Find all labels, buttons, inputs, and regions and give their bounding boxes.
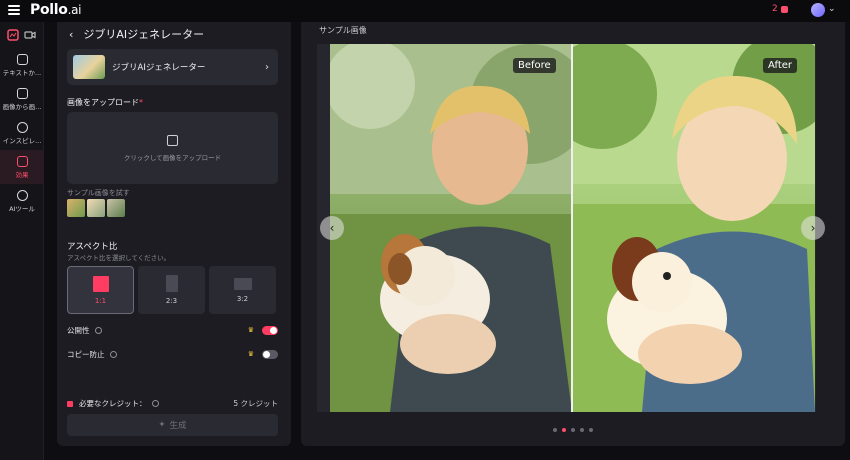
sidebar-item-label: インスピレ...: [2, 136, 42, 145]
after-tag: After: [763, 58, 798, 73]
text-to-video-icon: [16, 53, 28, 65]
sample-title: サンプル画像: [319, 26, 367, 35]
image-tab-icon[interactable]: [5, 27, 21, 43]
carousel-dot[interactable]: [580, 428, 584, 432]
panel-header: ‹ ジブリAIジェネレーター: [69, 26, 204, 42]
sidebar-item-image-to[interactable]: 画像から画...: [0, 82, 44, 116]
portrait-shape-icon: [165, 275, 178, 292]
aspect-options: 1:1 2:3 3:2: [67, 266, 276, 314]
aspect-subtitle: アスペクト比を選択してください。: [67, 254, 171, 262]
sidebar-item-ai-tools[interactable]: AIツール: [0, 184, 44, 218]
avatar[interactable]: [811, 3, 825, 17]
sidebar-item-label: テキストか...: [2, 68, 42, 77]
carousel-dot[interactable]: [553, 428, 557, 432]
tool-thumbnail: [73, 55, 105, 79]
aspect-option-2-3[interactable]: 2:3: [138, 266, 205, 314]
comparison-divider[interactable]: [571, 44, 573, 412]
ai-tools-icon: [16, 189, 28, 201]
copy-protect-label: コピー防止: [67, 349, 105, 359]
credit-icon: [67, 400, 73, 407]
aspect-option-1-1[interactable]: 1:1: [67, 266, 134, 314]
sidebar-item-effects[interactable]: 効果: [0, 150, 44, 184]
copy-protect-toggle[interactable]: [262, 349, 278, 359]
image-to-image-icon: [16, 87, 28, 99]
panel-title: ジブリAIジェネレーター: [83, 28, 205, 41]
top-bar: Pollo.ai 2 ⌄: [0, 0, 850, 22]
credits-indicator[interactable]: 2: [772, 4, 788, 14]
carousel-dots: [553, 428, 593, 432]
sidebar-item-label: 画像から画...: [2, 102, 42, 111]
info-icon[interactable]: [94, 326, 102, 334]
credit-icon: [780, 5, 788, 13]
credits-count: 2: [772, 4, 778, 14]
public-toggle[interactable]: [262, 325, 278, 335]
sparkle-icon: ✦: [158, 420, 166, 430]
effects-icon: [16, 155, 28, 167]
sidebar-item-label: AIツール: [9, 204, 35, 213]
public-setting: 公開性 ♛: [67, 323, 278, 337]
after-illustration: [572, 44, 815, 412]
back-arrow-icon[interactable]: ‹: [69, 28, 73, 41]
tool-name: ジブリAIジェネレーター: [112, 63, 206, 73]
crown-icon: ♛: [247, 326, 254, 334]
tool-selector[interactable]: ジブリAIジェネレーター ›: [67, 49, 278, 85]
aspect-label: 1:1: [94, 296, 107, 305]
inspiration-icon: [16, 121, 28, 133]
nav-tabs: [0, 22, 43, 48]
sidebar-item-inspiration[interactable]: インスピレ...: [0, 116, 44, 150]
generator-panel: ‹ ジブリAIジェネレーター ジブリAIジェネレーター › 画像をアップロード*…: [57, 22, 291, 446]
aspect-title: アスペクト比: [67, 242, 118, 252]
square-shape-icon: [92, 275, 109, 292]
upload-dropzone[interactable]: クリックして画像をアップロード: [67, 112, 278, 184]
chevron-right-icon: ›: [265, 61, 269, 73]
aspect-label: 3:2: [236, 294, 249, 303]
sample-image[interactable]: [107, 199, 125, 217]
next-arrow-icon[interactable]: ›: [801, 216, 825, 240]
carousel-dot[interactable]: [562, 428, 566, 432]
required-credits: 必要なクレジット： 5 クレジット: [67, 398, 278, 409]
upload-prompt: クリックして画像をアップロード: [123, 153, 222, 162]
sample-image[interactable]: [67, 199, 85, 217]
credit-value: 5 クレジット: [233, 399, 278, 408]
copy-protect-setting: コピー防止 ♛: [67, 347, 278, 361]
sample-label: サンプル画像を試す: [67, 189, 130, 197]
info-icon[interactable]: [109, 350, 117, 358]
aspect-label: 2:3: [165, 297, 178, 305]
prev-arrow-icon[interactable]: ‹: [320, 216, 344, 240]
sample-images: [67, 199, 125, 217]
side-nav: テキストか... 画像から画... インスピレ... 効果 AIツール: [0, 22, 44, 460]
menu-icon[interactable]: [8, 4, 20, 16]
sample-panel: サンプル画像 Before After ‹ ›: [301, 22, 845, 446]
crown-icon: ♛: [247, 350, 254, 358]
generate-button[interactable]: ✦ 生成: [67, 414, 278, 436]
upload-label: 画像をアップロード*: [67, 98, 143, 107]
aspect-option-3-2[interactable]: 3:2: [209, 266, 276, 314]
before-illustration: [330, 44, 572, 412]
logo[interactable]: Pollo.ai: [30, 2, 82, 18]
info-icon[interactable]: [151, 400, 159, 407]
landscape-shape-icon: [233, 277, 252, 290]
video-tab-icon[interactable]: [22, 27, 38, 43]
public-label: 公開性: [67, 325, 90, 335]
before-tag: Before: [513, 58, 556, 73]
upload-image-icon: [167, 134, 178, 146]
sidebar-item-label: 効果: [15, 170, 29, 179]
carousel-dot[interactable]: [589, 428, 593, 432]
carousel-dot[interactable]: [571, 428, 575, 432]
before-image: [330, 44, 572, 412]
sample-image[interactable]: [87, 199, 105, 217]
credit-label: 必要なクレジット：: [79, 399, 147, 408]
after-image: [572, 44, 815, 412]
generate-label: 生成: [169, 421, 187, 431]
comparison-viewer: Before After: [317, 44, 816, 412]
chevron-down-icon[interactable]: ⌄: [828, 4, 836, 14]
sidebar-item-text-to[interactable]: テキストか...: [0, 48, 44, 82]
